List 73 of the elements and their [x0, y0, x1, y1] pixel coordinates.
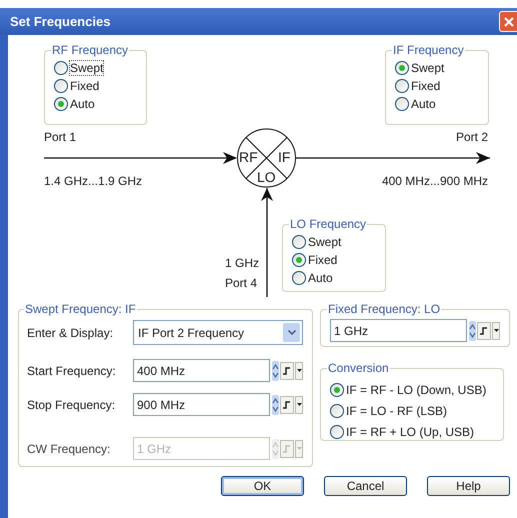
dropdown-button[interactable]: [492, 322, 500, 340]
spin-icon[interactable]: [272, 394, 279, 414]
frequency-range: 400 MHz...900 MHz: [382, 173, 488, 190]
radio-label: Fixed: [411, 79, 440, 93]
field-label: Start Frequency:: [27, 362, 117, 380]
mixer-if-label: IF: [278, 149, 290, 165]
caret-icon: [296, 447, 302, 450]
step-icon: [480, 326, 488, 334]
dropdown-button[interactable]: [295, 396, 303, 414]
caret-icon: [296, 403, 302, 406]
close-button[interactable]: [499, 11, 517, 32]
radio-button[interactable]: [395, 97, 409, 111]
group-title: Conversion: [327, 360, 390, 377]
frequency-range: 1.4 GHz...1.9 GHz: [44, 173, 142, 190]
radio-label: Fixed: [308, 253, 338, 267]
field-label: Stop Frequency:: [27, 396, 116, 414]
spin-icon[interactable]: [272, 360, 279, 380]
radio-label: Auto: [308, 271, 333, 285]
radio-button[interactable]: [395, 61, 409, 75]
port-label: Port 4: [225, 275, 258, 292]
mixer-lo-label: LO: [257, 169, 276, 185]
radio-label: IF = LO - RF (LSB): [346, 404, 448, 418]
radio-button[interactable]: [330, 404, 344, 418]
radio-button[interactable]: [330, 383, 344, 397]
radio-label: Auto: [70, 97, 95, 111]
input-field[interactable]: 400 MHz: [133, 359, 270, 382]
port-label: Port 2: [456, 129, 488, 146]
radio-button[interactable]: [54, 97, 68, 111]
mixer-rf-label: RF: [239, 149, 258, 165]
field-label: Enter & Display:: [27, 324, 114, 342]
caret-icon: [296, 369, 302, 372]
group-title: LO Frequency: [289, 216, 368, 233]
port-label: Port 1: [44, 129, 76, 146]
dialog-button[interactable]: OK: [221, 476, 304, 496]
input-field: 1 GHz: [133, 437, 270, 460]
radio-button[interactable]: [54, 61, 68, 75]
input-field[interactable]: 1 GHz: [330, 319, 467, 342]
caret-icon: [494, 329, 498, 332]
dialog-button[interactable]: Help: [427, 476, 510, 496]
radio-button[interactable]: [292, 253, 306, 267]
step-button[interactable]: [280, 362, 294, 380]
field-label: CW Frequency:: [27, 440, 112, 458]
radio-label: Auto: [411, 97, 436, 111]
radio-label: IF = RF - LO (Down, USB): [346, 383, 486, 397]
step-button[interactable]: [280, 396, 294, 414]
radio-button[interactable]: [395, 79, 409, 93]
close-icon: [504, 16, 514, 26]
radio-button[interactable]: [292, 271, 306, 285]
step-icon: [283, 366, 291, 374]
step-icon: [283, 444, 291, 452]
group-title: Swept Frequency: IF: [24, 301, 137, 318]
radio-button[interactable]: [330, 425, 344, 439]
group-title: IF Frequency: [392, 42, 465, 59]
window-title: Set Frequencies: [10, 12, 110, 31]
radio-label: Swept: [70, 61, 104, 75]
dropdown-button[interactable]: [295, 362, 303, 380]
radio-label: Swept: [411, 61, 444, 75]
step-button[interactable]: [477, 322, 491, 340]
mixer-symbol: [237, 128, 296, 188]
group-title: Fixed Frequency: LO: [327, 301, 442, 318]
lo-frequency-value: 1 GHz: [225, 255, 260, 272]
dropdown[interactable]: IF Port 2 Frequency: [133, 320, 303, 345]
dialog-button[interactable]: Cancel: [324, 476, 407, 496]
radio-button[interactable]: [54, 79, 68, 93]
input-field[interactable]: 900 MHz: [133, 393, 270, 416]
step-icon: [283, 400, 291, 408]
radio-label: IF = RF + LO (Up, USB): [346, 425, 474, 439]
radio-label: Fixed: [70, 79, 100, 93]
radio-label: Swept: [308, 235, 342, 249]
radio-button[interactable]: [292, 235, 306, 249]
dropdown-value: IF Port 2 Frequency: [138, 324, 244, 342]
spin-icon[interactable]: [469, 320, 476, 340]
group-title: RF Frequency: [51, 42, 130, 59]
